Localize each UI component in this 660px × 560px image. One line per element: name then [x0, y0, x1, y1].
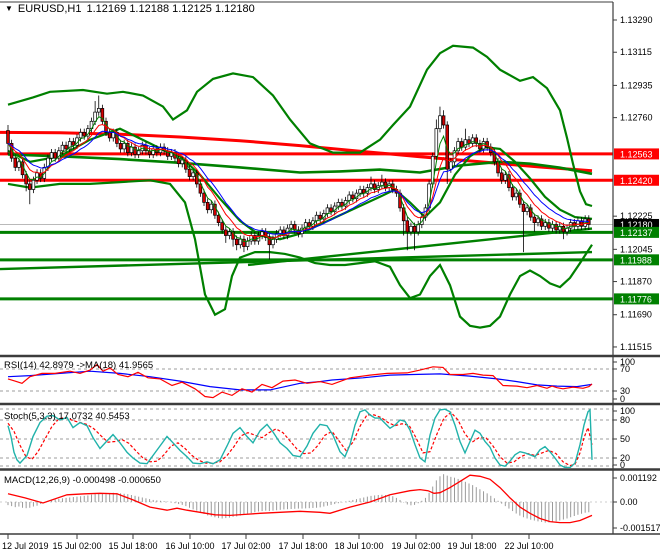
candle-body [220, 222, 224, 231]
candle-body [64, 144, 68, 150]
time-tick-label: 17 Jul 18:00 [278, 541, 327, 551]
candle-body [151, 148, 155, 155]
candle-body [245, 240, 250, 247]
candle-body [351, 194, 355, 200]
time-tick-label: 19 Jul 02:00 [391, 541, 440, 551]
stoch-axis-tick-label: 0 [620, 460, 625, 470]
candle-body [82, 132, 86, 137]
candle-body [24, 174, 28, 185]
candle-body [525, 207, 529, 212]
candle-body [122, 143, 126, 150]
time-tick-label: 12 Jul 2019 [2, 541, 49, 551]
candle-body [216, 214, 221, 223]
candle-body [325, 207, 330, 214]
time-tick-label: 18 Jul 10:00 [334, 541, 383, 551]
candle-body [17, 161, 21, 168]
candle-body [543, 222, 547, 227]
price-badge-label: 1.12563 [620, 149, 653, 159]
candle-body [238, 238, 243, 246]
macd-axis-tick-label: 0.001192 [620, 473, 657, 483]
rsi-axis-tick-label: 70 [620, 364, 630, 374]
price-tick-label: 1.13115 [620, 47, 652, 57]
candle-body [336, 202, 341, 207]
candle-body [234, 238, 239, 246]
candle-body [441, 115, 446, 126]
candle-body [191, 172, 195, 177]
price-tick-label: 1.11515 [620, 342, 652, 352]
candle-body [78, 132, 83, 139]
candle-body [536, 218, 540, 223]
candle-body [532, 216, 537, 223]
price-tick-label: 1.11690 [620, 310, 652, 320]
candle-body [434, 128, 439, 157]
candle-body [369, 183, 373, 188]
candle-body [347, 194, 351, 201]
candle-body [49, 152, 54, 159]
price-tick-label: 1.12045 [620, 244, 653, 254]
time-tick-label: 15 Jul 18:00 [108, 541, 157, 551]
price-badge-label: 1.11988 [620, 255, 652, 265]
rsi-axis-tick-label: 0 [620, 394, 625, 404]
symbol-period-label: EURUSD,H1 [17, 3, 82, 15]
candle-body [209, 203, 214, 211]
candle-body [202, 192, 206, 203]
stoch-axis-tick-label: 50 [620, 434, 630, 444]
candle-body [118, 143, 123, 150]
candle-body [224, 229, 228, 236]
candle-body [514, 192, 518, 198]
time-tick-label: 22 Jul 10:00 [504, 541, 553, 551]
candle-body [412, 225, 417, 233]
candle-body [53, 152, 57, 159]
time-tick-label: 17 Jul 02:00 [221, 541, 270, 551]
candle-body [405, 220, 410, 233]
candle-body [6, 130, 10, 144]
candle-body [318, 214, 322, 220]
time-tick-label: 19 Jul 18:00 [447, 541, 496, 551]
rsi-panel-label: RSI(14) 42.8979 ->MA(18) 41.9565 [4, 360, 154, 371]
stoch-panel-label: Stoch(5,3,3) 17.0732 40.5453 [4, 411, 130, 422]
candle-body [499, 172, 504, 181]
price-tick-label: 1.12760 [620, 113, 653, 123]
macd-axis-tick-label: -0.001517 [620, 523, 660, 533]
candle-body [96, 108, 101, 113]
candle-body [510, 187, 515, 198]
candle-body [136, 150, 141, 155]
price-tick-label: 1.12935 [620, 80, 653, 90]
candle-body [521, 203, 526, 212]
candle-body [187, 168, 192, 177]
chart-window: 1.13290 1.13115 1.12935 1.12760 1.12225 1.120… [0, 0, 660, 560]
candle-body [438, 115, 442, 130]
candle-body [329, 207, 333, 212]
price-tick-label: 1.11870 [620, 277, 652, 287]
candle-body [416, 224, 420, 233]
candle-body [60, 144, 65, 152]
candle-body [31, 179, 36, 190]
candle-body [71, 141, 76, 146]
price-badge-label: 1.12420 [620, 176, 653, 186]
stoch-axis-tick-label: 80 [620, 415, 630, 425]
price-badge-label: 1.11776 [620, 294, 652, 304]
candle-body [314, 214, 319, 222]
candle-body [227, 231, 232, 236]
candle-body [28, 183, 32, 190]
candle-body [409, 225, 413, 233]
candle-body [205, 202, 210, 211]
candle-body [503, 174, 508, 181]
candle-body [554, 224, 558, 231]
candle-body [358, 189, 362, 194]
macd-panel-label: MACD(12,26,9) -0.000498 -0.000650 [4, 475, 161, 486]
chart-title-row: ▼ EURUSD,H1 1.12169 1.12188 1.12125 1.12… [5, 3, 255, 15]
symbol-dropdown-icon[interactable]: ▼ [5, 5, 13, 13]
candle-body [13, 157, 18, 168]
candle-body [107, 132, 112, 139]
time-tick-label: 16 Jul 10:00 [165, 541, 214, 551]
quote-ohlc-label: 1.12169 1.12188 1.12125 1.12180 [86, 3, 255, 15]
candle-body [460, 141, 464, 148]
time-tick-label: 15 Jul 02:00 [52, 541, 101, 551]
price-badge-label: 1.12137 [620, 228, 653, 238]
candle-body [289, 224, 293, 229]
price-tick-label: 1.13290 [620, 15, 653, 25]
macd-axis-tick-label: 0.00 [620, 497, 638, 507]
candle-body [449, 161, 453, 170]
